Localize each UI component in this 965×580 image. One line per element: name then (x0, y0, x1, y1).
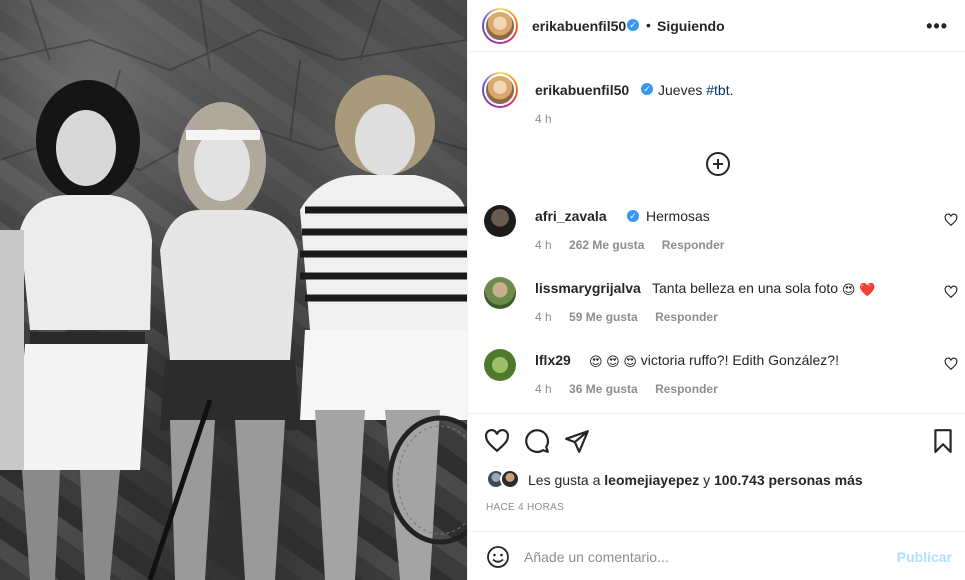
comment-body: Tanta belleza en una sola foto (652, 280, 839, 296)
comment-meta: 4 h 262 Me gusta Responder (535, 238, 738, 252)
commenter-avatar[interactable] (484, 205, 516, 237)
commenter-username[interactable]: lissmarygrijalva (535, 280, 641, 296)
comment-bubble-icon[interactable] (524, 428, 550, 454)
comment-body: victoria ruffo?! Edith González?! (640, 352, 839, 368)
following-button[interactable]: Siguiendo (657, 18, 725, 34)
comment-item: lissmarygrijalva Tanta belleza en una so… (482, 277, 962, 337)
reply-button[interactable]: Responder (655, 382, 718, 396)
comment-meta: 4 h 59 Me gusta Responder (535, 310, 732, 324)
comment-time[interactable]: 4 h (535, 310, 552, 324)
author-avatar[interactable] (482, 8, 518, 44)
like-comment-heart-icon[interactable] (944, 285, 958, 299)
comment-text: 😍 😍 😍 victoria ruffo?! Edith González?! (589, 352, 839, 370)
like-comment-heart-icon[interactable] (944, 213, 958, 227)
more-horizontal-icon[interactable]: ••• (926, 16, 948, 37)
caption-text: Jueves #tbt. (658, 82, 734, 98)
save-bookmark-icon[interactable] (930, 428, 956, 454)
like-heart-icon[interactable] (484, 428, 510, 454)
comment-likes[interactable]: 36 Me gusta (569, 382, 638, 396)
caption-end: . (729, 82, 734, 98)
add-comment-bar: Publicar (468, 531, 965, 580)
post-photo[interactable] (0, 0, 467, 580)
comment-item: lflx29 😍 😍 😍 victoria ruffo?! Edith Gonz… (482, 349, 962, 409)
verified-badge-icon: ✓ (627, 210, 639, 222)
like-comment-heart-icon[interactable] (944, 357, 958, 371)
reply-button[interactable]: Responder (662, 238, 725, 252)
heart-eyes-emoji: 😍 😍 😍 (589, 354, 637, 369)
comment-meta: 4 h 36 Me gusta Responder (535, 382, 732, 396)
caption-hashtag[interactable]: #tbt (706, 82, 729, 98)
woman-left (0, 80, 152, 580)
separator-dot: • (646, 17, 651, 33)
caption-body: Jueves (658, 82, 707, 98)
commenter-avatar[interactable] (484, 277, 516, 309)
author-username[interactable]: erikabuenfil50 (532, 18, 626, 34)
post-caption: erikabuenfil50 ✓ Jueves #tbt. 4 h (482, 72, 952, 132)
commenter-username[interactable]: afri_zavala (535, 208, 607, 224)
woman-right (300, 75, 467, 580)
caption-author-avatar[interactable] (482, 72, 518, 108)
emoji-smile-icon[interactable] (486, 545, 510, 569)
post-actions: Les gusta a leomejiayepez y 100.743 pers… (468, 413, 965, 531)
commenter-avatar[interactable] (484, 349, 516, 381)
red-heart-emoji: ❤️ (859, 282, 876, 297)
comment-likes[interactable]: 59 Me gusta (569, 310, 638, 324)
comment-input[interactable] (524, 546, 884, 568)
verified-badge-icon: ✓ (641, 83, 653, 95)
likes-middle: y (699, 472, 714, 488)
photo-illustration (0, 0, 467, 580)
liker-username[interactable]: leomejiayepez (604, 472, 699, 488)
post-side-panel: erikabuenfil50 ✓ • Siguiendo ••• erikabu… (467, 0, 965, 580)
reply-button[interactable]: Responder (655, 310, 718, 324)
load-more-comments-icon[interactable] (706, 152, 730, 176)
comment-text: Hermosas (646, 208, 710, 224)
likes-prefix: Les gusta a (528, 472, 605, 488)
likes-text: Les gusta a leomejiayepez y 100.743 pers… (528, 472, 863, 488)
liker-avatar[interactable] (500, 469, 520, 489)
comment-item: afri_zavala ✓ Hermosas 4 h 262 Me gusta … (482, 205, 962, 265)
post-header: erikabuenfil50 ✓ • Siguiendo ••• (468, 0, 965, 52)
comment-time[interactable]: 4 h (535, 382, 552, 396)
verified-badge-icon: ✓ (627, 19, 639, 31)
share-send-icon[interactable] (564, 428, 590, 454)
comment-likes[interactable]: 262 Me gusta (569, 238, 644, 252)
heart-eyes-emoji: 😍 (841, 282, 856, 297)
likes-count[interactable]: 100.743 personas más (714, 472, 863, 488)
woman-middle (147, 102, 300, 580)
comment-text: Tanta belleza en una sola foto 😍 ❤️ (652, 280, 876, 298)
post-timestamp[interactable]: HACE 4 HORAS (486, 502, 564, 513)
caption-timestamp[interactable]: 4 h (535, 112, 552, 126)
comment-time[interactable]: 4 h (535, 238, 552, 252)
publish-button[interactable]: Publicar (897, 549, 952, 565)
caption-author-username[interactable]: erikabuenfil50 (535, 82, 629, 98)
commenter-username[interactable]: lflx29 (535, 352, 571, 368)
